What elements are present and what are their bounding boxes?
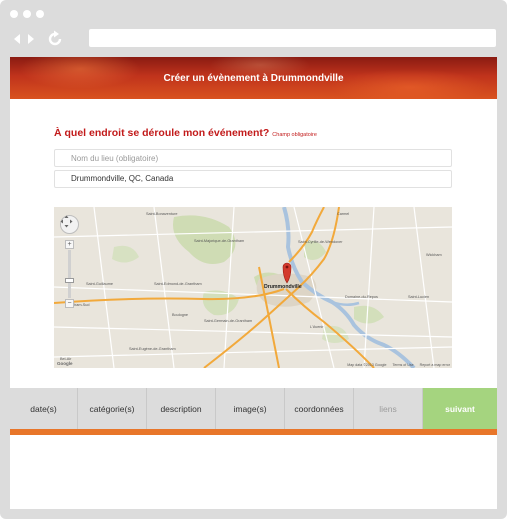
map-place-label: Saint-Eugène-de-Grantham (129, 347, 176, 351)
accent-divider (10, 429, 497, 435)
map-place-label: Saint-Edmond-de-Grantham (154, 282, 202, 286)
window-dot[interactable] (10, 10, 18, 18)
window-dot[interactable] (36, 10, 44, 18)
map-place-label: Wickham (426, 253, 442, 257)
back-arrow-icon[interactable] (12, 33, 22, 45)
tab-categories[interactable]: catégorie(s) (78, 388, 147, 429)
location-question: À quel endroit se déroule mon événement?… (54, 127, 317, 139)
step-tabs: date(s) catégorie(s) description image(s… (10, 388, 497, 429)
zoom-slider[interactable] (68, 250, 71, 298)
reload-icon[interactable] (46, 30, 64, 48)
map-logo[interactable]: Google (57, 361, 73, 366)
map-city-label: Drummondville (264, 284, 302, 290)
next-button[interactable]: suivant (423, 388, 497, 429)
question-label: À quel endroit se déroule mon événement? (54, 127, 270, 139)
window-controls (10, 10, 44, 18)
map-place-label: Domaine-du-Repos (345, 295, 378, 299)
required-note: Champ obligatoire (272, 132, 317, 138)
map-place-label: Boulogne (172, 313, 189, 317)
map-place-label: L'Avenir (310, 325, 324, 329)
map-attribution: Map data ©2013 Google (347, 363, 387, 367)
tab-coordonnees[interactable]: coordonnées (285, 388, 354, 429)
header-banner: Créer un évènement à Drummondville (10, 57, 497, 99)
map-canvas (54, 207, 452, 368)
tab-liens[interactable]: liens (354, 388, 423, 429)
map-place-label: Saint-Germain-de-Grantham (204, 319, 253, 323)
pan-control-icon[interactable] (60, 215, 79, 234)
map-place-label: Saint-Cyrille-de-Wendover (298, 240, 343, 244)
page-viewport: Créer un évènement à Drummondville À que… (10, 57, 497, 509)
map-place-label: Carmel (337, 212, 350, 216)
map-place-label: Saint-Majorique-de-Grantham (194, 239, 245, 243)
address-bar[interactable] (89, 29, 496, 47)
window-dot[interactable] (23, 10, 31, 18)
zoom-in-button[interactable]: + (65, 240, 74, 249)
zoom-slider-handle[interactable] (65, 278, 74, 283)
zoom-out-button[interactable]: − (65, 299, 74, 308)
map-place-label: Saint-Guillaume (86, 282, 114, 286)
venue-name-input[interactable] (54, 149, 452, 167)
page-title: Créer un évènement à Drummondville (163, 72, 344, 84)
map-place-label: Saint-Lucien (408, 295, 430, 299)
map-footer: Map data ©2013 Google Terms of Use Repor… (347, 363, 450, 367)
map-zoom-controls: + − (60, 215, 79, 308)
browser-window: Créer un évènement à Drummondville À que… (0, 0, 507, 519)
tab-dates[interactable]: date(s) (10, 388, 78, 429)
map-report-link[interactable]: Report a map error (420, 363, 450, 367)
tab-description[interactable]: description (147, 388, 216, 429)
forward-arrow-icon[interactable] (26, 33, 36, 45)
address-input[interactable]: Drummondville, QC, Canada (54, 170, 452, 188)
browser-nav (12, 30, 64, 48)
tab-images[interactable]: image(s) (216, 388, 285, 429)
location-map[interactable]: Saint-Bonaventure Saint-Majorique-de-Gra… (54, 207, 452, 368)
map-place-label: Saint-Bonaventure (146, 212, 178, 216)
map-terms-link[interactable]: Terms of Use (392, 363, 413, 367)
